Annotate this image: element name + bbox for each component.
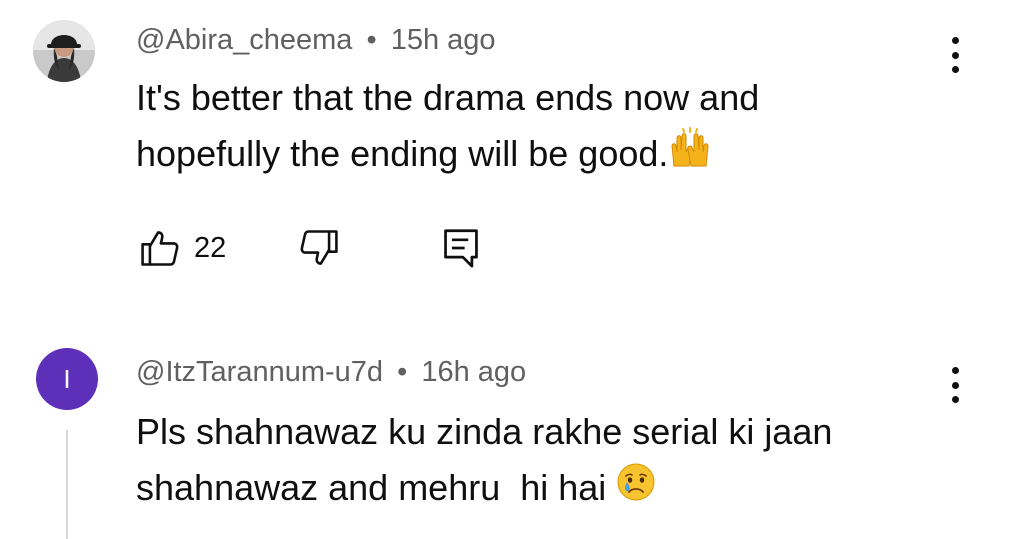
dislike-button[interactable] <box>297 226 341 270</box>
comment-text-line: It's better that the drama ends now and <box>136 77 760 118</box>
comment-item: @Abira_cheema • 15h ago It's better that… <box>0 0 1024 300</box>
avatar-photo-icon <box>33 20 95 82</box>
thumbs-down-icon <box>300 230 338 265</box>
more-vertical-icon <box>951 37 959 44</box>
more-options-button[interactable] <box>945 33 965 77</box>
like-count: 22 <box>194 231 227 264</box>
comment-meta: @ItzTarannum-u7d • 16h ago <box>136 356 526 389</box>
avatar[interactable]: I <box>36 348 98 410</box>
comment-text-line: hopefully the ending will be good. <box>136 126 759 186</box>
meta-separator: • <box>397 356 408 388</box>
more-options-button[interactable] <box>945 363 965 407</box>
comment-text-fragment: hopefully the ending will be good. <box>136 133 669 174</box>
thumbs-up-icon <box>141 231 179 266</box>
comment-text-line: shahnawaz and mehru hi hai <box>136 460 832 518</box>
more-vertical-icon <box>951 367 959 374</box>
like-button[interactable]: 22 <box>138 226 226 270</box>
crying-face-emoji-icon <box>616 462 656 518</box>
comment-timestamp[interactable]: 16h ago <box>421 356 526 388</box>
comment-author-handle[interactable]: @Abira_cheema <box>136 24 352 56</box>
raising-hands-emoji-icon <box>668 126 712 186</box>
avatar-initial: I <box>63 363 71 394</box>
comment-text-line: Pls shahnawaz ku zinda rakhe serial ki j… <box>136 411 833 452</box>
comment-text: It's better that the drama ends now and … <box>136 70 759 186</box>
comment-meta: @Abira_cheema • 15h ago <box>136 24 496 57</box>
comment-author-handle[interactable]: @ItzTarannum-u7d <box>136 356 383 388</box>
comment-text-fragment: shahnawaz and mehru hi hai <box>136 467 607 508</box>
avatar[interactable] <box>33 20 95 82</box>
comment-timestamp[interactable]: 15h ago <box>391 24 496 56</box>
meta-separator: • <box>366 24 377 56</box>
reply-thread-line <box>66 430 68 539</box>
comment-item: I @ItzTarannum-u7d • 16h ago Pls shahnaw… <box>0 300 1024 539</box>
reply-icon <box>444 229 478 268</box>
comment-text: Pls shahnawaz ku zinda rakhe serial ki j… <box>136 404 832 518</box>
reply-button[interactable] <box>441 226 481 270</box>
